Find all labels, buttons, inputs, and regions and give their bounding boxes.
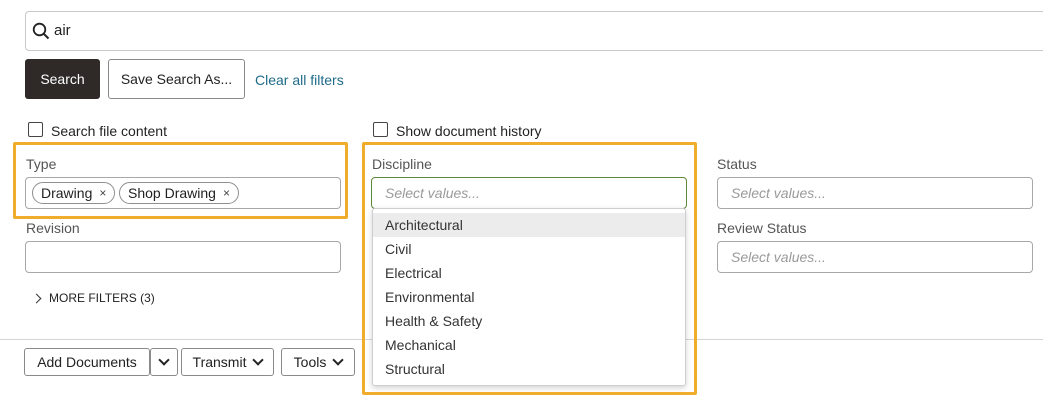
search-file-content-checkbox[interactable]	[28, 122, 43, 137]
type-label: Type	[26, 156, 57, 172]
revision-input[interactable]	[25, 241, 341, 273]
search-button[interactable]: Search	[25, 59, 100, 99]
review-status-placeholder: Select values...	[731, 249, 826, 265]
transmit-button[interactable]: Transmit	[181, 348, 274, 376]
status-label: Status	[717, 156, 757, 172]
save-search-button[interactable]: Save Search As...	[108, 59, 245, 99]
tools-label: Tools	[293, 354, 327, 370]
remove-chip-icon[interactable]: ×	[99, 186, 106, 200]
remove-chip-icon[interactable]: ×	[223, 186, 230, 200]
search-file-content-label: Search file content	[51, 123, 167, 139]
chevron-right-icon	[31, 293, 42, 303]
more-filters-label: MORE FILTERS (3)	[49, 291, 155, 305]
search-input[interactable]	[25, 11, 1043, 51]
chevron-down-icon	[332, 354, 345, 366]
show-document-history-label: Show document history	[396, 123, 542, 139]
type-chip-shop-drawing[interactable]: Shop Drawing ×	[119, 182, 239, 204]
chip-label: Shop Drawing	[128, 185, 216, 201]
search-icon	[32, 22, 50, 40]
clear-all-filters-link[interactable]: Clear all filters	[255, 71, 344, 89]
chevron-down-icon	[158, 354, 170, 366]
tools-button[interactable]: Tools	[281, 348, 355, 376]
chevron-down-icon	[252, 354, 265, 366]
add-documents-button[interactable]: Add Documents	[24, 348, 150, 376]
chip-label: Drawing	[41, 185, 93, 201]
revision-label: Revision	[26, 220, 80, 236]
more-filters-toggle[interactable]: MORE FILTERS (3)	[31, 291, 155, 305]
show-document-history-checkbox[interactable]	[373, 122, 388, 137]
status-placeholder: Select values...	[731, 185, 826, 201]
review-status-label: Review Status	[717, 220, 807, 236]
transmit-label: Transmit	[192, 354, 247, 370]
search-query: air	[54, 22, 71, 39]
discipline-highlight-frame	[362, 142, 697, 395]
add-documents-menu-button[interactable]	[150, 348, 178, 376]
type-chip-drawing[interactable]: Drawing ×	[32, 182, 116, 204]
